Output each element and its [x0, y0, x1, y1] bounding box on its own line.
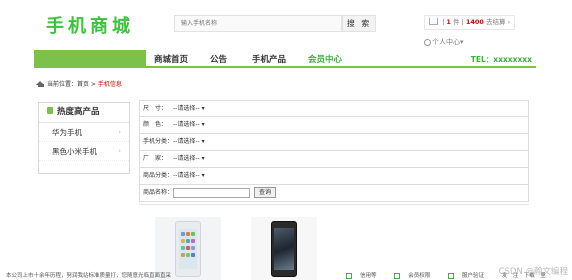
- footer-link-member[interactable]: 会员权限: [394, 272, 438, 279]
- cart-icon: [429, 17, 438, 25]
- cart-count: 1: [446, 18, 451, 26]
- sidebar-item-xiaomi[interactable]: 黑色小米手机 ›: [39, 142, 129, 161]
- breadcrumb: 当前位置：首页 > 手机信息: [36, 79, 122, 88]
- query-button[interactable]: 查询: [254, 187, 277, 198]
- filter-manufacturer: 厂 家： --请选择-- ▾: [139, 151, 529, 168]
- filter-product-category: 商品分类：--请选择-- ▾: [139, 168, 529, 185]
- hot-products-panel: 热度高产品 华为手机 › 黑色小米手机 ›: [38, 102, 130, 174]
- product-list: [139, 204, 529, 280]
- breadcrumb-prefix[interactable]: 当前位置：首页 >: [47, 81, 96, 88]
- check-icon: [448, 272, 455, 279]
- filter-product-name: 商品名称： 查询: [139, 185, 529, 202]
- product-name-input[interactable]: [173, 187, 250, 198]
- filter-panel: 尺 寸： --请选择-- ▾ 颜 色： --请选择-- ▾ 手机分类：--请选择--…: [139, 100, 529, 202]
- product-category-select[interactable]: --请选择-- ▾: [173, 168, 205, 183]
- filter-label: 商品名称：: [143, 189, 174, 196]
- filter-label: 商品分类：: [143, 172, 174, 179]
- cart-count-unit: 件: [452, 18, 460, 26]
- main-nav: 商城首页 公告 手机产品 会员中心 TEL：xxxxxxxx: [146, 50, 536, 66]
- filter-color: 颜 色： --请选择-- ▾: [139, 117, 529, 134]
- footer-link-verify[interactable]: 服户验证: [448, 272, 492, 279]
- filter-label: 尺 寸：: [143, 105, 168, 112]
- personal-center-link[interactable]: 个人中心▾: [424, 37, 464, 47]
- size-select[interactable]: --请选择-- ▾: [173, 101, 205, 116]
- footer-link-credit[interactable]: 信用等: [346, 272, 385, 279]
- nav-item-home[interactable]: 商城首页: [154, 53, 188, 65]
- check-icon: [346, 272, 352, 279]
- nav-underline: [146, 66, 536, 68]
- filter-label: 手机分类：: [143, 138, 174, 145]
- chevron-right-icon: ›: [118, 147, 121, 155]
- cart-separator: |: [442, 18, 445, 26]
- cart-separator: |: [461, 18, 464, 26]
- watermark: CSDN @翰文编程: [498, 267, 568, 277]
- search-button[interactable]: 搜 索: [342, 15, 376, 32]
- hot-products-title: 热度高产品: [39, 103, 129, 123]
- footer-text: 本公司上市十余年历程，努润我站标准质量打，您随意光临直面直采: [6, 273, 172, 279]
- filter-phone-category: 手机分类：--请选择-- ▾: [139, 134, 529, 151]
- chevron-right-icon: ›: [118, 128, 121, 136]
- manufacturer-select[interactable]: --请选择-- ▾: [173, 151, 205, 166]
- nav-item-notice[interactable]: 公告: [210, 53, 227, 65]
- filter-label: 厂 家：: [143, 155, 168, 162]
- filter-size: 尺 寸： --请选择-- ▾: [139, 100, 529, 117]
- check-icon: [394, 272, 401, 279]
- chevron-down-icon: ▾: [460, 38, 464, 46]
- product-image-xiaomi[interactable]: [251, 217, 317, 280]
- search-box: [174, 15, 342, 32]
- personal-center-label: 个人中心: [432, 38, 460, 46]
- color-select[interactable]: --请选择-- ▾: [173, 117, 205, 132]
- site-logo[interactable]: 手机商城: [46, 12, 134, 38]
- nav-green-block: [34, 50, 146, 68]
- nav-item-member[interactable]: 会员中心: [308, 53, 342, 65]
- phone-category-select[interactable]: --请选择-- ▾: [173, 134, 205, 149]
- search-input[interactable]: [175, 16, 341, 31]
- bag-icon: [47, 107, 53, 114]
- nav-item-phones[interactable]: 手机产品: [252, 53, 286, 65]
- user-icon: [424, 38, 431, 46]
- cart-amount: 1400: [465, 18, 484, 26]
- breadcrumb-current: 手机信息: [97, 81, 122, 88]
- sidebar-item-huawei[interactable]: 华为手机 ›: [39, 123, 129, 142]
- filter-label: 颜 色：: [143, 121, 168, 128]
- contact-tel: TEL：xxxxxxxx: [470, 55, 532, 64]
- checkout-link[interactable]: 去结算 ›: [486, 18, 510, 26]
- cart-summary[interactable]: | 1 件 | 1400 去结算 ›: [424, 15, 516, 30]
